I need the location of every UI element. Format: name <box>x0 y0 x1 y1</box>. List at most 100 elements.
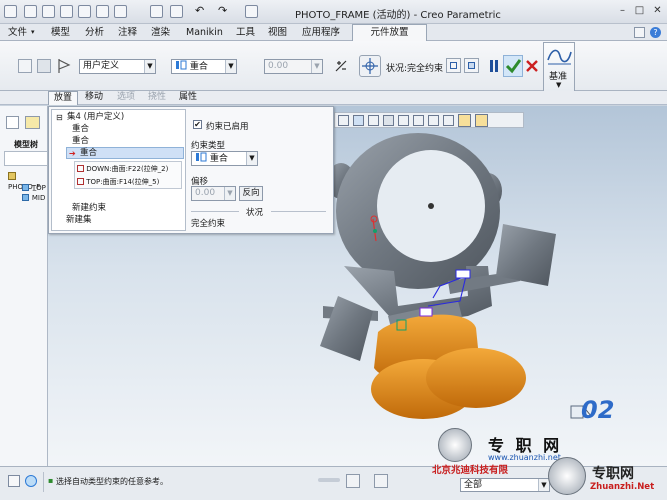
panel-offset-input[interactable]: 0.00 ▼ <box>191 186 236 201</box>
status-bar: ▪ 选择自动类型约束的任意参考。 全部 ▼ 北京兆迪科技有限 专职网 Zhuan… <box>0 457 667 500</box>
selection-filter-value: 全部 <box>464 480 483 490</box>
tree-item[interactable]: MID <box>22 193 45 203</box>
constraint-enabled-label: 约束已启用 <box>206 122 249 132</box>
constraint-enabled-checkbox[interactable]: ✔ <box>193 120 202 129</box>
offset-input[interactable]: 0.00 ▼ <box>264 59 323 74</box>
watermark-brand-2: 专职网 <box>592 466 634 482</box>
tab-view[interactable]: 视图 <box>268 26 287 39</box>
window-title: PHOTO_FRAME (活动的) - Creo Parametric <box>295 10 501 21</box>
chevron-down-icon: ▼ <box>224 187 235 200</box>
constraint-type-value: 重合 <box>189 62 208 72</box>
panel-offset-value: 0.00 <box>195 188 216 198</box>
save-icon[interactable] <box>60 5 73 18</box>
tab-move[interactable]: 移动 <box>80 91 108 105</box>
constraint-set-list: ⊟ 集4 (用户定义) 重合 重合 ➔ 重合 DOWN:曲面:F22(拉伸_2)… <box>51 109 186 231</box>
reference-collector[interactable]: DOWN:曲面:F22(拉伸_2) TOP:曲面:F14(拉伸_5) <box>74 161 182 189</box>
regenerate-status-icon[interactable] <box>346 474 360 488</box>
reference-2[interactable]: TOP:曲面:F14(拉伸_5) <box>77 177 159 188</box>
constraint-type-select[interactable]: 重合 ▼ <box>171 59 237 74</box>
tab-analysis[interactable]: 分析 <box>85 26 104 39</box>
redo-icon[interactable]: ↷ <box>218 5 231 18</box>
constraint-set-title[interactable]: 集4 (用户定义) <box>67 112 124 123</box>
tree-tab-icon[interactable] <box>6 116 19 129</box>
close-button[interactable]: ✕ <box>650 4 665 18</box>
confirm-button[interactable] <box>503 55 523 77</box>
tab-manikin[interactable]: Manikin <box>186 26 223 39</box>
chevron-down-icon: ▼ <box>144 60 155 73</box>
divider <box>271 211 326 212</box>
watermark-url: www.zhuanzhi.net <box>488 453 561 462</box>
tab-options[interactable]: 选项 <box>112 91 140 105</box>
constraint-item-2[interactable]: 重合 <box>72 136 89 147</box>
tree-filter-input[interactable] <box>4 151 48 166</box>
tab-render[interactable]: 渲染 <box>151 26 170 39</box>
restore-button[interactable]: □ <box>632 4 647 18</box>
tab-flexibility[interactable]: 挠性 <box>143 91 171 105</box>
constraint-item-selected-label: 重合 <box>80 148 98 158</box>
tab-annotate[interactable]: 注释 <box>118 26 137 39</box>
chevron-down-icon: ▼ <box>246 152 257 165</box>
assembly-icon <box>8 172 16 180</box>
new-constraint-link[interactable]: 新建约束 <box>72 203 106 214</box>
select-icon[interactable] <box>170 5 183 18</box>
assembly-icon[interactable] <box>18 59 32 73</box>
tab-model[interactable]: 模型 <box>51 26 70 39</box>
model-tree-panel: 模型树 PHOTO_F TOP MID <box>0 106 48 466</box>
coincident-icon <box>196 152 207 162</box>
navigator-icon[interactable] <box>8 475 20 487</box>
tab-file[interactable]: 文件 <box>8 26 27 39</box>
minimize-button[interactable]: – <box>615 4 630 18</box>
chevron-down-icon: ▼ <box>556 81 562 89</box>
flip-icon[interactable] <box>334 59 348 73</box>
tab-file-arrow[interactable]: ▾ <box>31 26 35 39</box>
status-message: 选择自动类型约束的任意参考。 <box>56 477 168 486</box>
tab-placement[interactable]: 放置 <box>48 91 79 105</box>
placement-status: 状况:完全约束 <box>386 64 444 74</box>
constraint-item-selected[interactable]: ➔ 重合 <box>66 147 184 159</box>
offset-value: 0.00 <box>268 61 289 71</box>
undo-icon[interactable]: ↶ <box>195 5 208 18</box>
regenerate-icon[interactable] <box>150 5 163 18</box>
window-icon[interactable] <box>96 5 109 18</box>
tab-component-placement[interactable]: 元件放置 <box>352 24 427 42</box>
constraint-item-1[interactable]: 重合 <box>72 124 89 135</box>
constraint-set-select[interactable]: 用户定义 ▼ <box>79 59 156 74</box>
watermark-logo-icon <box>438 428 472 462</box>
surface-icon <box>77 165 84 172</box>
cancel-icon[interactable] <box>525 59 539 73</box>
tab-properties[interactable]: 属性 <box>174 91 202 105</box>
divider <box>43 472 44 492</box>
tree-item[interactable]: TOP <box>22 183 46 193</box>
reference-1[interactable]: DOWN:曲面:F22(拉伸_2) <box>77 164 168 175</box>
new-set-link[interactable]: 新建集 <box>66 215 92 226</box>
open-file-icon[interactable] <box>42 5 55 18</box>
watermark-logo-icon <box>548 457 586 495</box>
panel-constraint-type-value: 重合 <box>209 154 228 164</box>
close-window-icon[interactable] <box>114 5 127 18</box>
panel-constraint-type-select[interactable]: 重合 ▼ <box>191 151 258 166</box>
separate-window-icon[interactable] <box>446 58 461 73</box>
move-component-icon[interactable] <box>359 55 381 77</box>
folder-icon[interactable] <box>25 116 40 129</box>
help-icon[interactable]: ? <box>650 27 661 38</box>
tab-tools[interactable]: 工具 <box>236 26 255 39</box>
print-icon[interactable] <box>78 5 91 18</box>
component-icon[interactable] <box>37 59 51 73</box>
assembly-window-icon[interactable] <box>464 58 479 73</box>
placement-panel: ⊟ 集4 (用户定义) 重合 重合 ➔ 重合 DOWN:曲面:F22(拉伸_2)… <box>48 106 334 234</box>
tab-applications[interactable]: 应用程序 <box>302 26 340 39</box>
progress-indicator <box>318 478 340 482</box>
watermark-number: 02 <box>581 396 615 424</box>
smart-select-icon[interactable] <box>374 474 388 488</box>
selection-filter-select[interactable]: 全部 ▼ <box>460 478 550 492</box>
ribbon-minimize-icon[interactable] <box>634 27 645 38</box>
pause-icon[interactable] <box>489 60 499 72</box>
status-info-icon: ▪ <box>48 476 54 485</box>
collapse-icon[interactable]: ⊟ <box>56 112 63 123</box>
browser-icon[interactable] <box>25 475 37 487</box>
more-icon[interactable] <box>245 5 258 18</box>
new-file-icon[interactable] <box>24 5 37 18</box>
flag-icon[interactable] <box>57 58 71 74</box>
datum-plane-icon <box>22 184 29 191</box>
flip-button[interactable]: 反向 <box>239 186 263 201</box>
